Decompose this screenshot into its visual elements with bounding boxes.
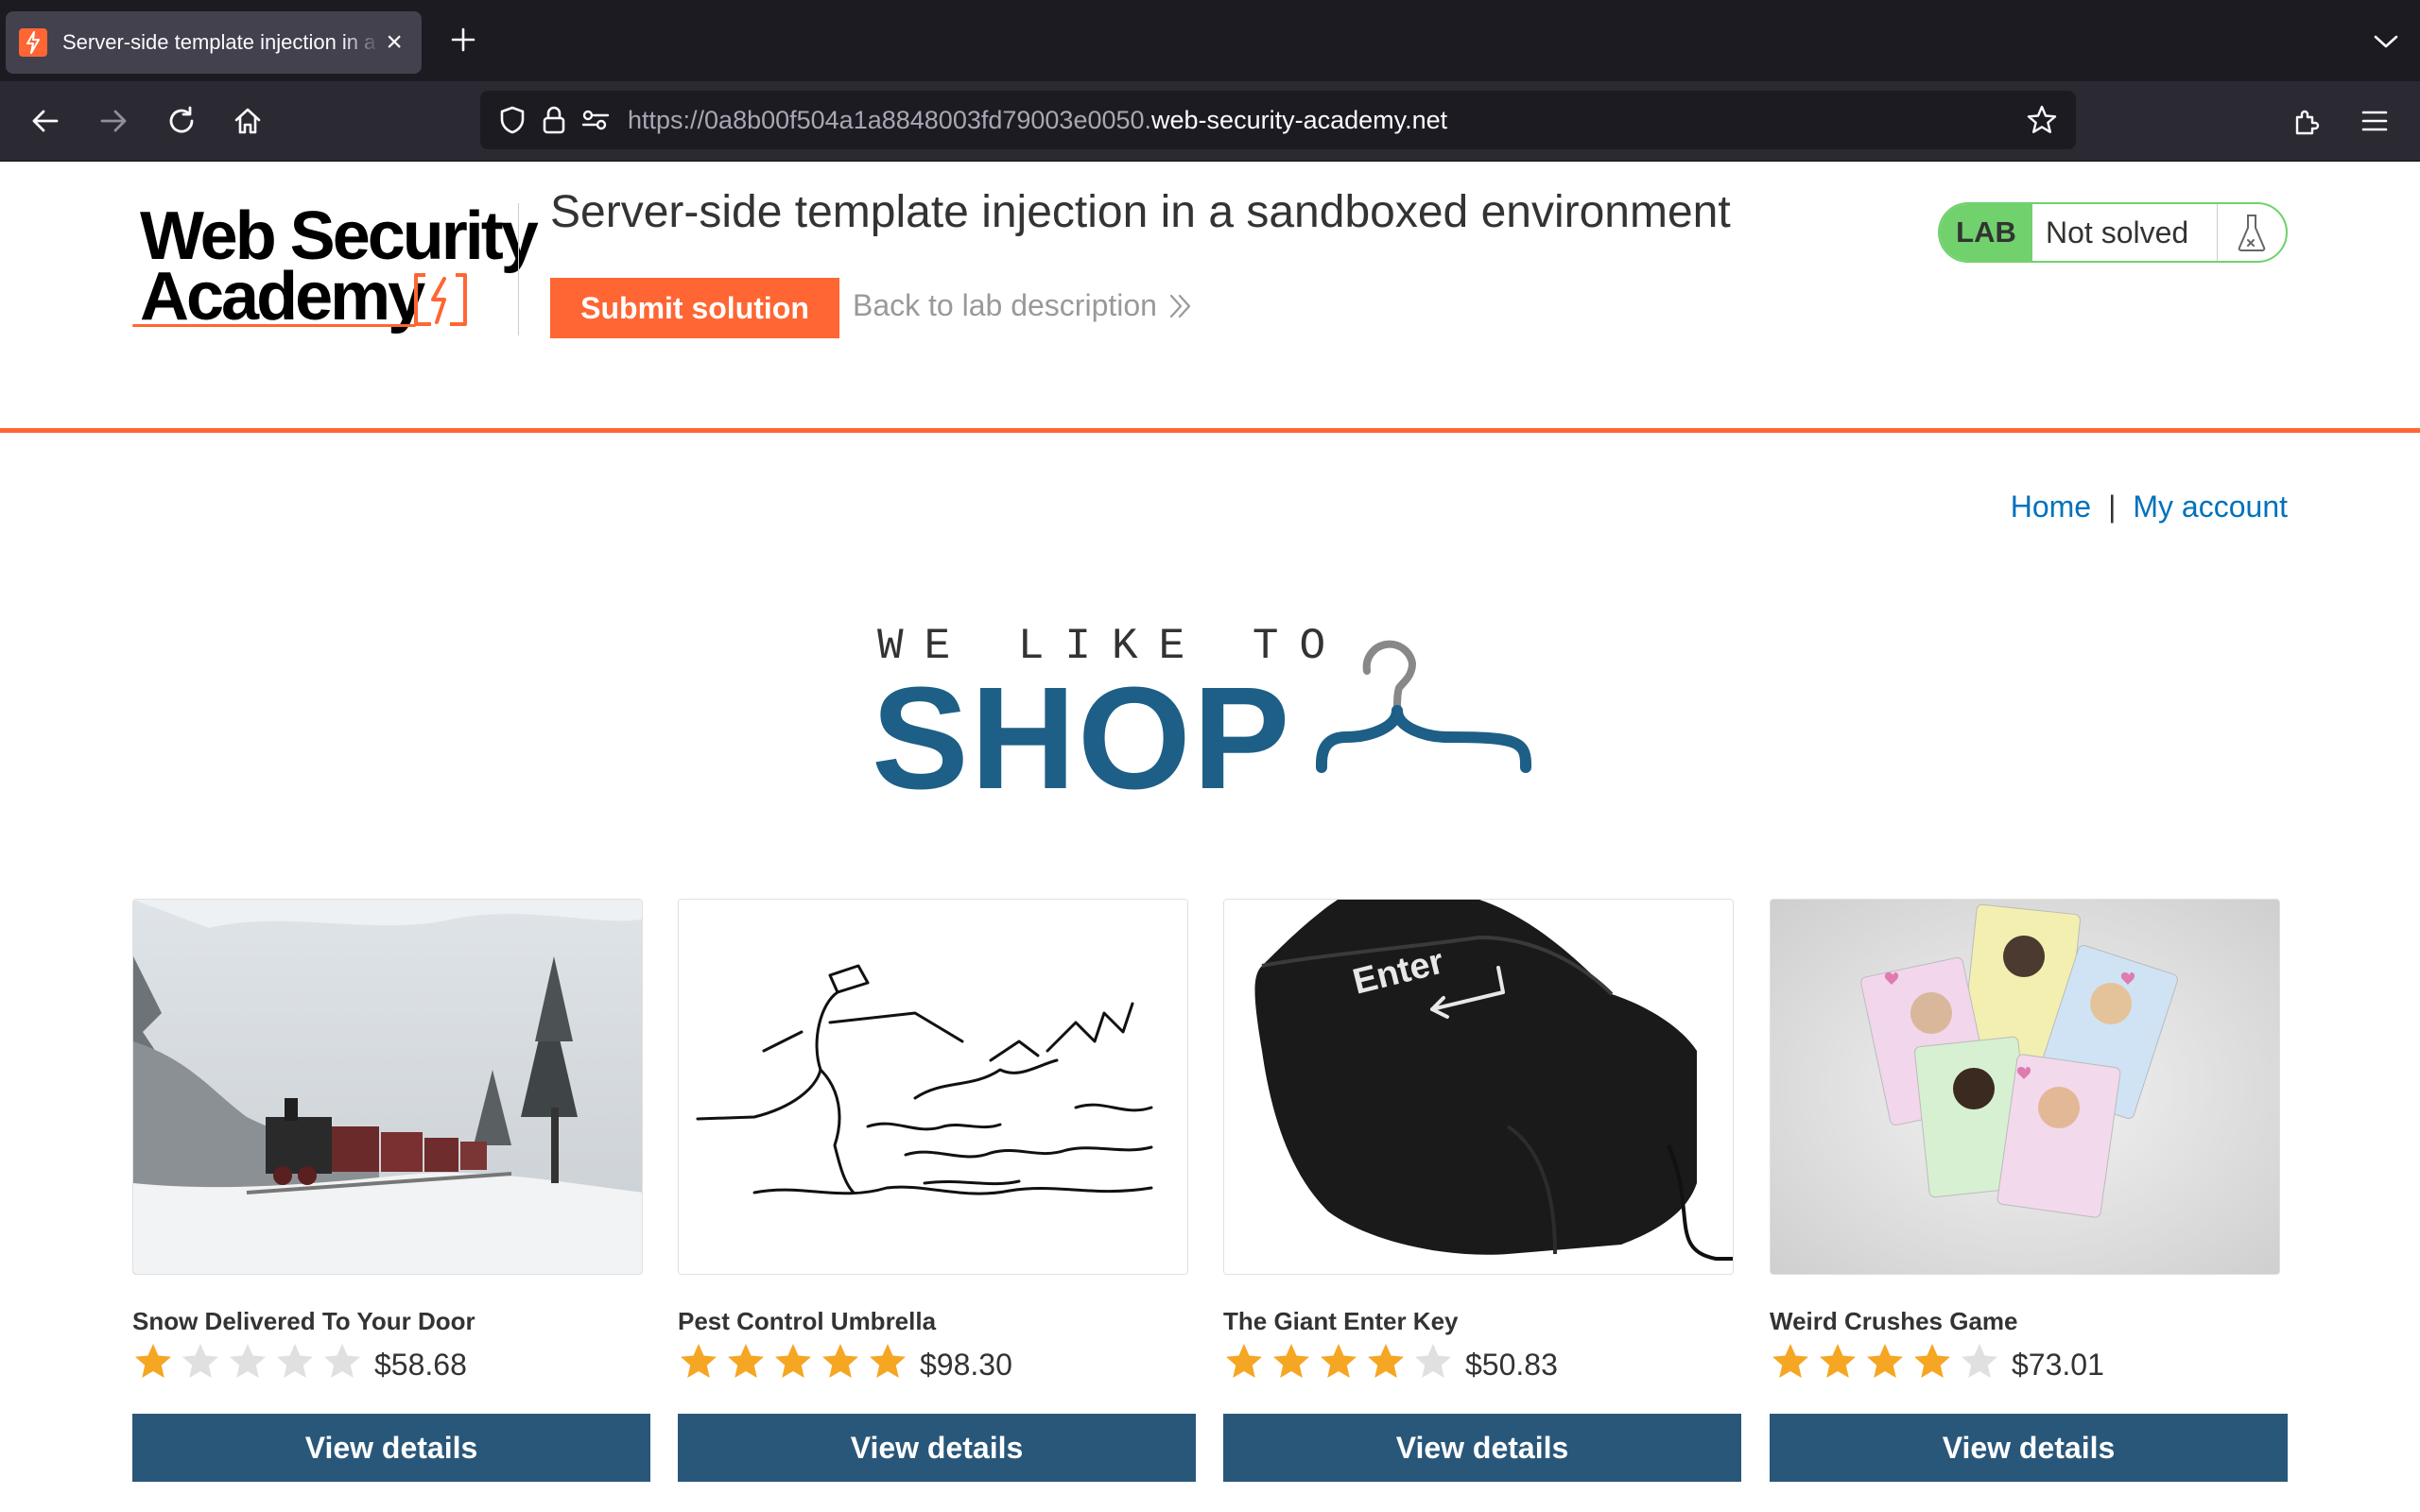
lightning-favicon-icon (19, 28, 47, 57)
logo-underline (132, 324, 416, 327)
browser-tab[interactable]: Server-side template injection in a sand… (6, 11, 422, 74)
home-link[interactable]: Home (2011, 490, 2091, 524)
product-rating: $98.30 (678, 1341, 1012, 1383)
forward-arrow-icon[interactable] (93, 100, 134, 142)
new-tab-icon[interactable] (444, 21, 482, 59)
back-link-label: Back to lab description (853, 288, 1157, 322)
bookmark-star-icon[interactable] (2021, 99, 2063, 141)
star-filled-icon (870, 1344, 906, 1378)
view-details-button[interactable]: View details (1770, 1414, 2288, 1482)
header-orange-rule (0, 428, 2420, 433)
shield-icon[interactable] (492, 99, 533, 141)
product-image-enter-key[interactable]: Enter (1223, 899, 1734, 1275)
product-image-crush-cards[interactable] (1770, 899, 2280, 1275)
nav-separator: | (2108, 490, 2117, 524)
star-filled-icon (1273, 1344, 1309, 1378)
view-details-button[interactable]: View details (678, 1414, 1196, 1482)
star-filled-icon (1368, 1344, 1404, 1378)
product-price: $98.30 (920, 1347, 1012, 1382)
banner-shop: SHOP (872, 657, 1292, 819)
logo-lightning-icon (414, 273, 467, 326)
star-filled-icon (1820, 1344, 1856, 1378)
reload-icon[interactable] (161, 100, 202, 142)
we-like-to-shop-banner: WE LIKE TO SHOP (872, 612, 1539, 811)
product-rating: $50.83 (1223, 1341, 1558, 1383)
product-price: $50.83 (1465, 1347, 1558, 1382)
star-filled-icon (1867, 1344, 1903, 1378)
extensions-icon[interactable] (2286, 100, 2327, 142)
permissions-icon[interactable] (575, 99, 616, 141)
star-filled-icon (775, 1344, 811, 1378)
star-filled-icon (1226, 1344, 1262, 1378)
star-filled-icon (1321, 1344, 1357, 1378)
double-chevron-right-icon (1169, 294, 1191, 318)
web-security-academy-logo[interactable]: Web Security Academy (132, 198, 539, 335)
star-filled-icon (728, 1344, 764, 1378)
back-to-lab-description-link[interactable]: Back to lab description (853, 288, 1193, 323)
address-bar[interactable]: https://0a8b00f504a1a8848003fd79003e0050… (480, 91, 2076, 149)
academy-header: Web Security Academy Server-side templat… (0, 162, 2420, 430)
tab-title: Server-side template injection in a sand… (62, 30, 380, 54)
star-empty-icon (1962, 1344, 1997, 1378)
product-rating: $73.01 (1770, 1341, 2104, 1383)
flask-icon (2218, 204, 2286, 261)
browser-nav-bar: https://0a8b00f504a1a8848003fd79003e0050… (0, 81, 2420, 161)
product-name: The Giant Enter Key (1223, 1307, 1459, 1335)
lab-badge: LAB (1940, 204, 2032, 261)
close-tab-icon[interactable]: × (380, 28, 408, 57)
menu-hamburger-icon[interactable] (2354, 100, 2395, 142)
star-empty-icon (182, 1344, 218, 1378)
product-image-umbrella-sketch[interactable] (678, 899, 1188, 1275)
star-empty-icon (230, 1344, 266, 1378)
lab-title: Server-side template injection in a sand… (550, 187, 1731, 237)
url-domain: web-security-academy.net (1151, 105, 1448, 134)
lock-icon[interactable] (533, 99, 575, 141)
star-filled-icon (1772, 1344, 1808, 1378)
star-filled-icon (822, 1344, 858, 1378)
top-nav-links: Home | My account (2011, 490, 2288, 524)
star-empty-icon (277, 1344, 313, 1378)
product-price: $58.68 (374, 1347, 467, 1382)
header-separator (518, 203, 519, 335)
lab-status-widget: LAB Not solved (1938, 202, 2288, 263)
home-icon[interactable] (227, 100, 268, 142)
product-price: $73.01 (2012, 1347, 2104, 1382)
my-account-link[interactable]: My account (2133, 490, 2288, 524)
star-empty-icon (324, 1344, 360, 1378)
lab-status-text: Not solved (2032, 204, 2218, 261)
product-name: Snow Delivered To Your Door (132, 1307, 475, 1335)
star-filled-icon (1914, 1344, 1950, 1378)
product-name: Pest Control Umbrella (678, 1307, 937, 1335)
back-arrow-icon[interactable] (25, 100, 66, 142)
star-filled-icon (135, 1344, 171, 1378)
browser-tab-bar: Server-side template injection in a sand… (0, 0, 2420, 81)
star-filled-icon (681, 1344, 717, 1378)
product-rating: $58.68 (132, 1341, 467, 1383)
url-prefix: https://0a8b00f504a1a8848003fd79003e0050… (628, 105, 1152, 134)
submit-solution-button[interactable]: Submit solution (550, 278, 839, 338)
coat-hanger-icon (1316, 640, 1531, 773)
chevron-down-icon[interactable] (2367, 23, 2405, 60)
view-details-button[interactable]: View details (1223, 1414, 1741, 1482)
star-empty-icon (1415, 1344, 1451, 1378)
product-image-snow-train[interactable] (132, 899, 643, 1275)
product-name: Weird Crushes Game (1770, 1307, 2018, 1335)
view-details-button[interactable]: View details (132, 1414, 650, 1482)
url-text[interactable]: https://0a8b00f504a1a8848003fd79003e0050… (628, 106, 1447, 135)
